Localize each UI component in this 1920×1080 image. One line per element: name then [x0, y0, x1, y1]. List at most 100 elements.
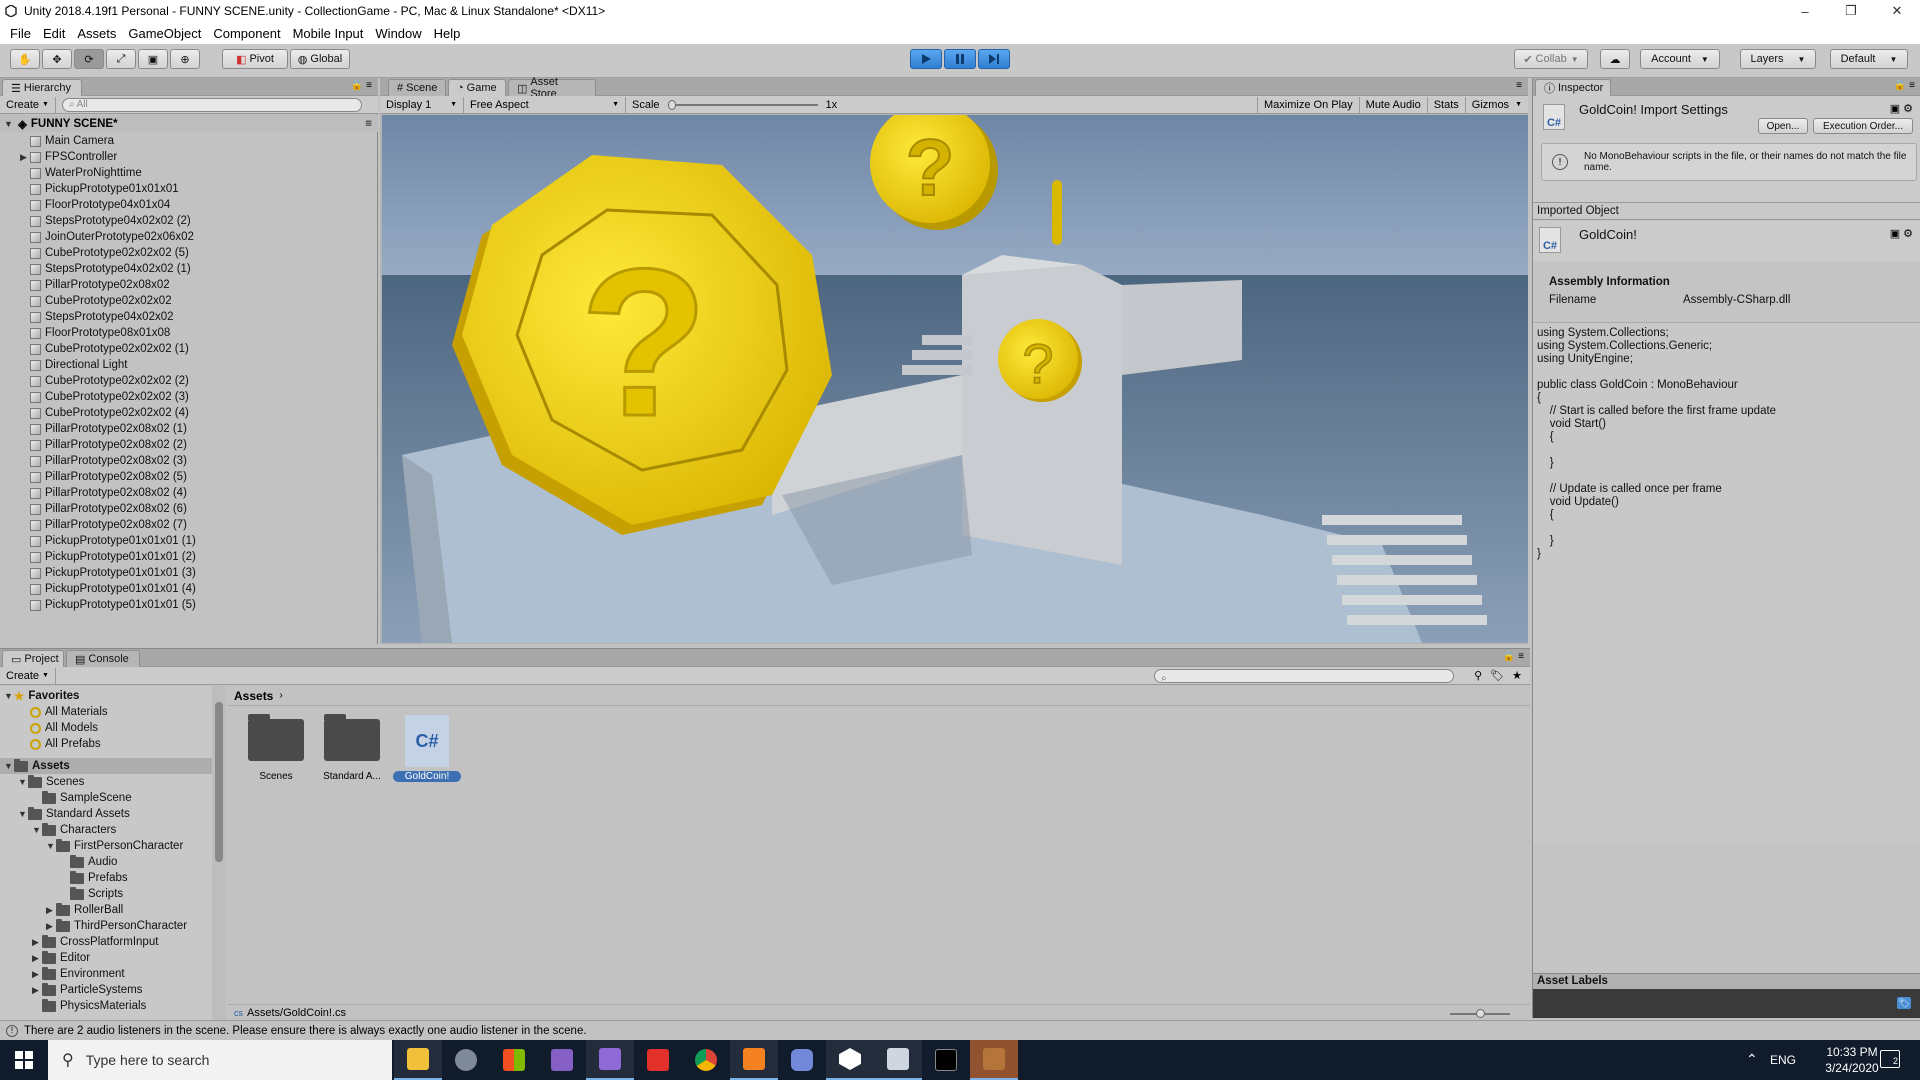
pivot-toggle[interactable]: ◧ Pivot — [222, 49, 288, 69]
account-dropdown[interactable]: Account ▼ — [1640, 49, 1720, 69]
hierarchy-item[interactable]: PillarPrototype02x08x02 (3) — [0, 453, 376, 469]
scene-header[interactable]: ▼ ◈ FUNNY SCENE* ≡ — [0, 115, 378, 132]
taskbar-search-input[interactable]: ⚲ Type here to search — [48, 1040, 392, 1080]
maximize-on-play-toggle[interactable]: Maximize On Play — [1257, 96, 1360, 113]
global-toggle[interactable]: ◍ Global — [290, 49, 350, 69]
project-tree-item[interactable]: PhysicsMaterials — [32, 998, 146, 1014]
hierarchy-item[interactable]: Directional Light — [0, 357, 376, 373]
menu-assets[interactable]: Assets — [71, 26, 122, 41]
move-tool-button[interactable]: ✥ — [42, 49, 72, 69]
expand-arrow-icon[interactable]: ▼ — [4, 119, 14, 129]
tree-scrollbar[interactable] — [212, 686, 226, 1021]
display-dropdown[interactable]: Display 1 ▼ — [380, 96, 464, 113]
gizmos-dropdown[interactable]: Gizmos ▼ — [1466, 97, 1528, 113]
app-button[interactable] — [442, 1040, 490, 1080]
create-dropdown[interactable]: Create ▼ — [0, 96, 56, 113]
project-search-input[interactable]: ⌕ — [1154, 668, 1455, 684]
discord-button[interactable] — [778, 1040, 826, 1080]
transform-tool-button[interactable]: ⊕ — [170, 49, 200, 69]
vscode-button[interactable] — [586, 1040, 634, 1080]
expand-arrow-icon[interactable]: ▶ — [32, 985, 42, 996]
project-tree-item[interactable]: ▼ Standard Assets — [18, 806, 130, 822]
expand-arrow-icon[interactable]: ▼ — [18, 809, 28, 819]
start-button[interactable] — [0, 1040, 48, 1080]
mute-audio-toggle[interactable]: Mute Audio — [1360, 96, 1428, 113]
project-tree-item[interactable]: ▼ FirstPersonCharacter — [46, 838, 183, 854]
menu-component[interactable]: Component — [207, 26, 286, 41]
tab-scene[interactable]: # Scene — [388, 79, 446, 96]
tab-console[interactable]: ▤ Console — [66, 650, 140, 667]
hierarchy-item[interactable]: PickupPrototype01x01x01 (3) — [0, 565, 376, 581]
play-button[interactable] — [910, 49, 942, 69]
hierarchy-item[interactable]: StepsPrototype04x02x02 — [0, 309, 376, 325]
rect-tool-button[interactable]: ▣ — [138, 49, 168, 69]
pause-button[interactable] — [944, 49, 976, 69]
hierarchy-item[interactable]: PillarPrototype02x08x02 (6) — [0, 501, 376, 517]
hand-tool-button[interactable]: ✋ — [10, 49, 40, 69]
project-tree-item[interactable]: ▼ Scenes — [18, 774, 84, 790]
step-button[interactable] — [978, 49, 1010, 69]
hierarchy-item[interactable]: PillarPrototype02x08x02 (2) — [0, 437, 376, 453]
chrome-button[interactable] — [682, 1040, 730, 1080]
hierarchy-item[interactable]: PickupPrototype01x01x01 (5) — [0, 597, 376, 613]
favorites-star-icon[interactable]: ★ — [1512, 669, 1522, 682]
project-tree-item[interactable]: ▶ Editor — [32, 950, 90, 966]
cloud-button[interactable]: ☁ — [1600, 49, 1630, 69]
expand-arrow-icon[interactable]: ▶ — [46, 905, 56, 916]
stats-toggle[interactable]: Stats — [1428, 96, 1466, 113]
hierarchy-item[interactable]: FloorPrototype08x01x08 — [0, 325, 376, 341]
clock[interactable]: 10:33 PM 3/24/2020 — [1822, 1044, 1882, 1076]
hierarchy-item[interactable]: PillarPrototype02x08x02 (5) — [0, 469, 376, 485]
hierarchy-item[interactable]: PillarPrototype02x08x02 — [0, 277, 376, 293]
game-viewport[interactable]: ? ? ? — [382, 115, 1528, 643]
fav-all-prefabs[interactable]: All Prefabs — [30, 736, 101, 752]
menu-gameobject[interactable]: GameObject — [122, 26, 207, 41]
snip-button[interactable] — [634, 1040, 682, 1080]
visual-studio-button[interactable] — [538, 1040, 586, 1080]
expand-arrow-icon[interactable]: ▼ — [46, 841, 56, 851]
hierarchy-item[interactable]: PickupPrototype01x01x01 — [0, 181, 376, 197]
scale-slider-thumb[interactable] — [667, 99, 676, 110]
hierarchy-item[interactable]: StepsPrototype04x02x02 (1) — [0, 261, 376, 277]
hierarchy-item[interactable]: CubePrototype02x02x02 (4) — [0, 405, 376, 421]
menu-help[interactable]: Help — [428, 26, 467, 41]
tab-game[interactable]: ◔ Game — [448, 79, 506, 96]
fav-all-models[interactable]: All Models — [30, 720, 98, 736]
hierarchy-item[interactable]: CubePrototype02x02x02 (3) — [0, 389, 376, 405]
aspect-dropdown[interactable]: Free Aspect ▼ — [464, 96, 626, 113]
hierarchy-search-input[interactable]: ⌕ All — [61, 97, 362, 112]
expand-arrow-icon[interactable]: ▶ — [32, 953, 42, 964]
project-tree-item[interactable]: ▶ ThirdPersonCharacter — [46, 918, 187, 934]
hierarchy-item[interactable]: StepsPrototype04x02x02 (2) — [0, 213, 376, 229]
settings-gear-icon[interactable]: ▣ ⚙ — [1890, 227, 1913, 240]
chevron-up-icon[interactable]: ⌃ — [1746, 1051, 1758, 1068]
expand-arrow-icon[interactable]: ▶ — [20, 152, 30, 163]
menu-edit[interactable]: Edit — [37, 26, 71, 41]
favorites-header[interactable]: ▼ ★ Favorites — [0, 688, 79, 704]
expand-arrow-icon[interactable]: ▼ — [18, 777, 28, 787]
settings-gear-icon[interactable]: ▣ ⚙ — [1890, 102, 1913, 115]
hierarchy-item[interactable]: PickupPrototype01x01x01 (4) — [0, 581, 376, 597]
menu-mobile-input[interactable]: Mobile Input — [287, 26, 370, 41]
project-tree-item[interactable]: SampleScene — [32, 790, 132, 806]
project-tree-item[interactable]: ▶ RollerBall — [46, 902, 123, 918]
hierarchy-item[interactable]: PillarPrototype02x08x02 (4) — [0, 485, 376, 501]
expand-arrow-icon[interactable]: ▼ — [4, 761, 14, 771]
expand-arrow-icon[interactable]: ▶ — [32, 969, 42, 980]
menu-window[interactable]: Window — [369, 26, 427, 41]
panel-menu-icon[interactable]: ≡ — [1516, 80, 1522, 91]
project-tree-item[interactable]: ▶ ParticleSystems — [32, 982, 142, 998]
filter-by-type-icon[interactable]: ⚲ — [1474, 669, 1482, 682]
open-button[interactable]: Open... — [1758, 118, 1808, 134]
package-button[interactable] — [970, 1040, 1018, 1080]
tab-inspector[interactable]: ⓘ Inspector — [1535, 79, 1611, 96]
hierarchy-item[interactable]: CubePrototype02x02x02 (1) — [0, 341, 376, 357]
asset-script-goldcoin[interactable]: C# GoldCoin! — [392, 715, 462, 793]
icon-size-slider[interactable] — [1450, 1009, 1510, 1018]
breadcrumb-assets[interactable]: Assets — [234, 689, 273, 703]
project-tree-item[interactable]: Audio — [60, 854, 117, 870]
expand-arrow-icon[interactable]: ▼ — [32, 825, 42, 835]
collab-dropdown[interactable]: ✔ Collab ▼ — [1514, 49, 1588, 69]
hierarchy-item[interactable]: CubePrototype02x02x02 — [0, 293, 376, 309]
rotate-tool-button[interactable]: ⟳ — [74, 49, 104, 69]
